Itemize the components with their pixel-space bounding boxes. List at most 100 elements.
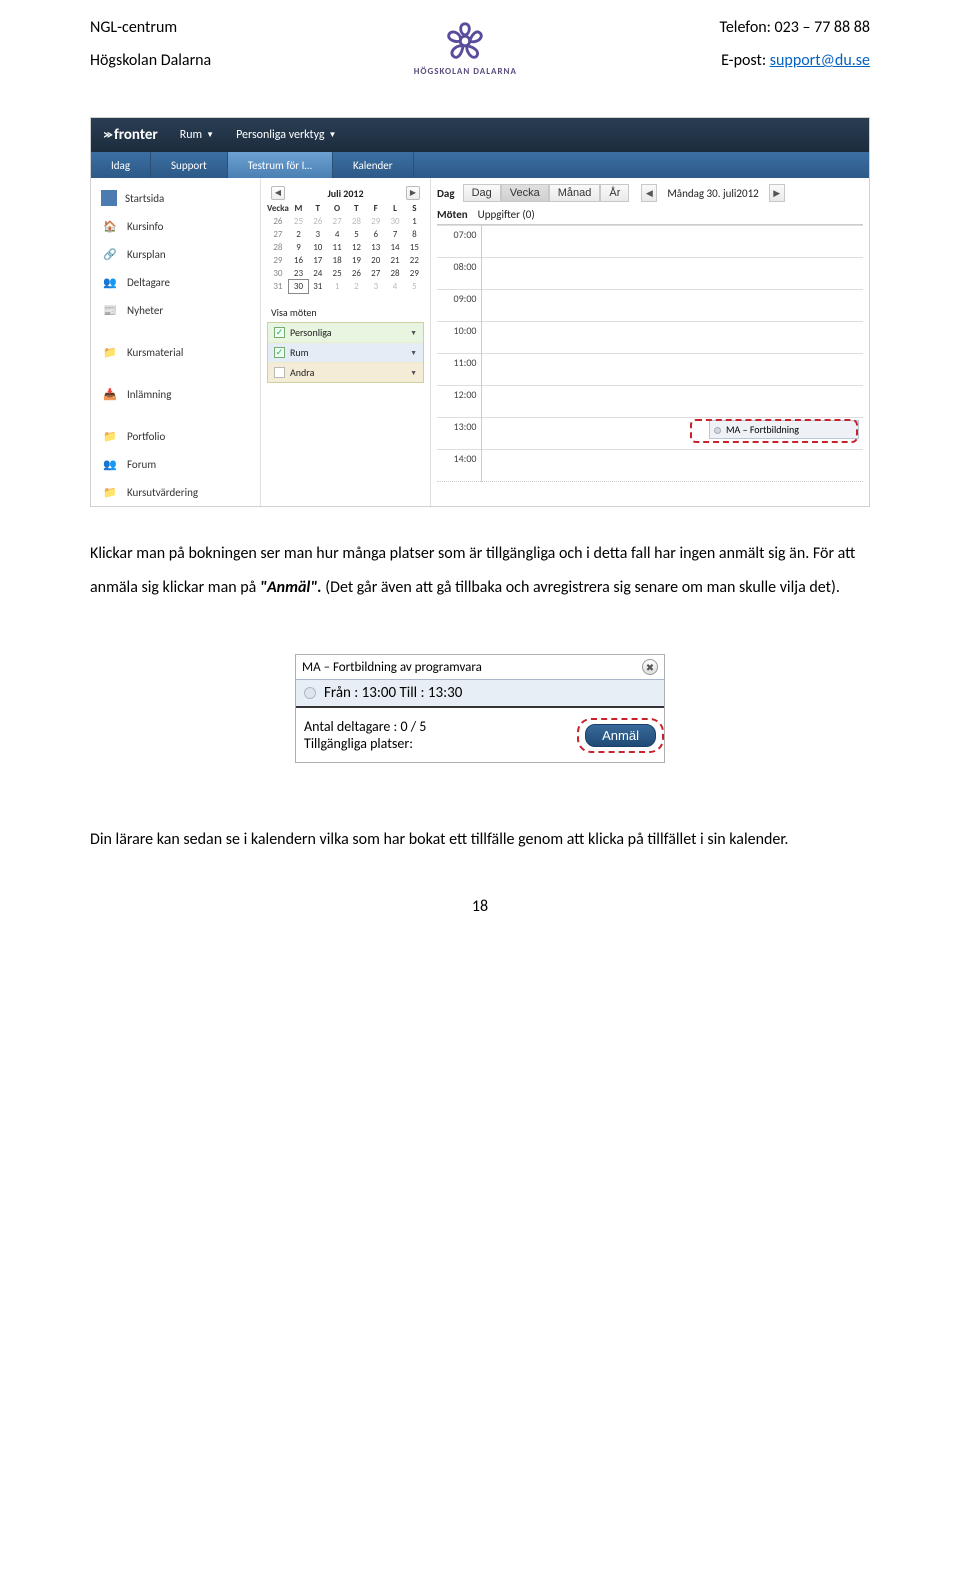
sidebar-item-portfolio[interactable]: 📁 Portfolio: [91, 422, 260, 450]
calendar-day[interactable]: 5: [405, 280, 424, 293]
calendar-day[interactable]: 25: [327, 267, 346, 280]
time-slot[interactable]: [481, 354, 863, 386]
close-icon[interactable]: ✖: [642, 659, 658, 675]
view-day-button[interactable]: Dag: [463, 184, 501, 202]
sidebar-item-kursmaterial[interactable]: 📁 Kursmaterial: [91, 338, 260, 366]
show-meetings-title: Visa möten: [267, 303, 424, 322]
calendar-day[interactable]: 6: [366, 228, 385, 241]
calendar-day[interactable]: 1: [327, 280, 346, 293]
calendar-day[interactable]: 19: [347, 254, 366, 267]
sidebar-item-startsida[interactable]: Startsida: [91, 184, 260, 212]
calendar-day[interactable]: 7: [385, 228, 404, 241]
calendar-day[interactable]: 28: [347, 215, 366, 228]
calendar-day[interactable]: 2: [289, 228, 308, 241]
calendar-day[interactable]: 4: [385, 280, 404, 293]
meeting-filter-label: Rum: [290, 346, 309, 359]
chevron-down-icon[interactable]: ▼: [410, 368, 417, 377]
time-label: 14:00: [437, 450, 481, 482]
calendar-day[interactable]: 23: [289, 267, 308, 280]
header-email-link[interactable]: support@du.se: [770, 51, 870, 70]
menu-personliga[interactable]: Personliga verktyg ▼: [236, 128, 336, 142]
time-slot[interactable]: [481, 258, 863, 290]
checkbox-icon[interactable]: [274, 347, 285, 358]
calendar-day[interactable]: 10: [308, 241, 327, 254]
sidebar-item-forum[interactable]: 👥 Forum: [91, 450, 260, 478]
calendar-day[interactable]: 26: [308, 215, 327, 228]
calendar-day[interactable]: 15: [405, 241, 424, 254]
calendar-day[interactable]: 22: [405, 254, 424, 267]
flower-logo-icon: [442, 18, 488, 64]
sidebar-item-deltagare[interactable]: 👥 Deltagare: [91, 268, 260, 296]
calendar-day[interactable]: 16: [289, 254, 308, 267]
calendar-day[interactable]: 28: [385, 267, 404, 280]
forum-icon: 👥: [101, 456, 119, 472]
next-day-button[interactable]: ▶: [769, 184, 785, 202]
prev-month-button[interactable]: ◀: [271, 186, 285, 200]
sidebar-item-nyheter[interactable]: 📰 Nyheter: [91, 296, 260, 324]
calendar-day[interactable]: 27: [327, 215, 346, 228]
time-slot[interactable]: [481, 322, 863, 354]
menu-rum[interactable]: Rum ▼: [180, 128, 214, 142]
day-head: L: [385, 202, 404, 215]
calendar-day[interactable]: 30: [289, 280, 308, 293]
calendar-day[interactable]: 9: [289, 241, 308, 254]
calendar-day[interactable]: 20: [366, 254, 385, 267]
sidebar-item-inlamning[interactable]: 📥 Inlämning: [91, 380, 260, 408]
popup-info-text: Antal deltagare : 0 / 5 Tillgängliga pla…: [304, 718, 426, 752]
sidebar: Startsida 🏠 Kursinfo 🔗 Kursplan 👥 Deltag…: [91, 178, 261, 506]
calendar-day[interactable]: 18: [327, 254, 346, 267]
checkbox-icon[interactable]: [274, 327, 285, 338]
calendar-day[interactable]: 2: [347, 280, 366, 293]
calendar-day[interactable]: 13: [366, 241, 385, 254]
week-number: 30: [267, 267, 289, 280]
meeting-filter-row[interactable]: Rum ▼: [268, 343, 423, 363]
tab-idag[interactable]: Idag: [91, 152, 151, 178]
calendar-day[interactable]: 29: [366, 215, 385, 228]
calendar-day[interactable]: 25: [289, 215, 308, 228]
house-icon: 🏠: [101, 218, 119, 234]
meeting-filter-label: Andra: [290, 366, 314, 379]
sidebar-item-kursplan[interactable]: 🔗 Kursplan: [91, 240, 260, 268]
calendar-day[interactable]: 27: [366, 267, 385, 280]
calendar-day[interactable]: 17: [308, 254, 327, 267]
chevron-down-icon[interactable]: ▼: [410, 328, 417, 337]
calendar-day[interactable]: 3: [308, 228, 327, 241]
time-slot[interactable]: MA – Fortbildning: [481, 418, 863, 450]
tabs-row: Idag Support Testrum för I… Kalender: [91, 152, 869, 178]
meeting-filter-row[interactable]: Personliga▼: [268, 323, 423, 343]
next-month-button[interactable]: ▶: [406, 186, 420, 200]
calendar-day[interactable]: 24: [308, 267, 327, 280]
calendar-day[interactable]: 3: [366, 280, 385, 293]
calendar-day[interactable]: 11: [327, 241, 346, 254]
tasks-head: Uppgifter (0): [478, 208, 535, 221]
view-week-button[interactable]: Vecka: [501, 184, 549, 202]
time-slot[interactable]: [481, 226, 863, 258]
calendar-day[interactable]: 4: [327, 228, 346, 241]
sidebar-item-kursinfo[interactable]: 🏠 Kursinfo: [91, 212, 260, 240]
meeting-filter-row[interactable]: Andra ▼: [268, 363, 423, 382]
calendar-day[interactable]: 14: [385, 241, 404, 254]
header-left: NGL-centrum Högskolan Dalarna: [90, 18, 211, 70]
calendar-day[interactable]: 21: [385, 254, 404, 267]
calendar-day[interactable]: 1: [405, 215, 424, 228]
calendar-day[interactable]: 30: [385, 215, 404, 228]
sidebar-item-kursutvardering[interactable]: 📁 Kursutvärdering: [91, 478, 260, 506]
prev-day-button[interactable]: ◀: [641, 184, 657, 202]
time-slot[interactable]: [481, 290, 863, 322]
calendar-day[interactable]: 29: [405, 267, 424, 280]
calendar-event[interactable]: MA – Fortbildning: [709, 420, 859, 439]
tab-kalender[interactable]: Kalender: [333, 152, 414, 178]
calendar-day[interactable]: 8: [405, 228, 424, 241]
checkbox-icon[interactable]: [274, 367, 285, 378]
chevron-down-icon[interactable]: ▼: [410, 348, 417, 357]
calendar-day[interactable]: 31: [308, 280, 327, 293]
calendar-day[interactable]: 12: [347, 241, 366, 254]
time-slot[interactable]: [481, 450, 863, 482]
view-year-button[interactable]: År: [600, 184, 629, 202]
time-slot[interactable]: [481, 386, 863, 418]
calendar-day[interactable]: 5: [347, 228, 366, 241]
tab-support[interactable]: Support: [151, 152, 228, 178]
tab-testrum[interactable]: Testrum för I…: [228, 152, 333, 178]
view-month-button[interactable]: Månad: [549, 184, 601, 202]
calendar-day[interactable]: 26: [347, 267, 366, 280]
